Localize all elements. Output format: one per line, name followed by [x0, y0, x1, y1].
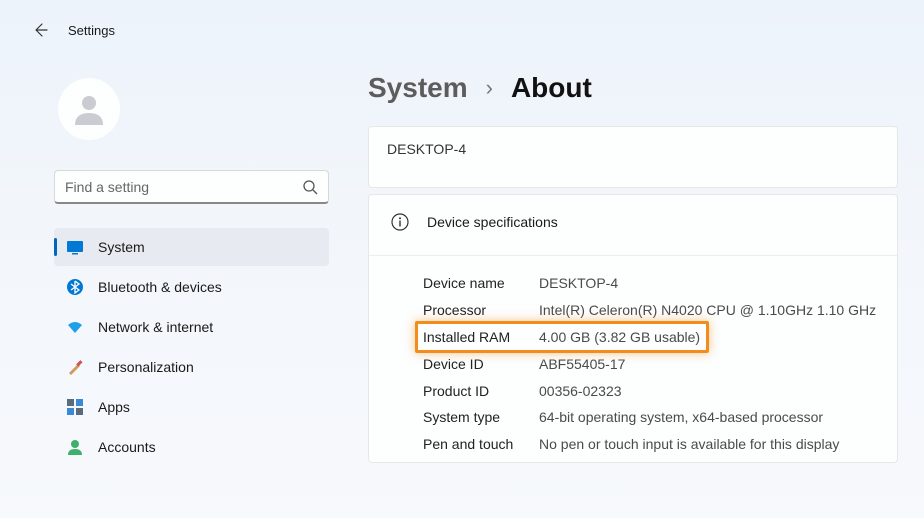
settings-window: Settings	[0, 0, 924, 518]
chevron-right-icon: ›	[486, 75, 493, 101]
sidebar-item-accounts[interactable]: Accounts	[54, 428, 329, 466]
breadcrumb: System › About	[368, 72, 898, 104]
back-button[interactable]	[30, 20, 50, 40]
device-name-card: DESKTOP-4	[368, 126, 898, 188]
breadcrumb-parent[interactable]: System	[368, 72, 468, 104]
person-icon	[66, 438, 84, 456]
spec-row-installed-ram: Installed RAM 4.00 GB (3.82 GB usable)	[423, 324, 897, 351]
app-title: Settings	[68, 23, 115, 38]
wifi-icon	[66, 318, 84, 336]
page-title: About	[511, 72, 592, 104]
sidebar-item-apps[interactable]: Apps	[54, 388, 329, 426]
spec-value: 4.00 GB (3.82 GB usable)	[539, 328, 700, 347]
spec-row-product-id: Product ID 00356-02323	[423, 378, 897, 405]
spec-value: 00356-02323	[539, 382, 622, 401]
display-icon	[66, 238, 84, 256]
spec-row-pen-touch: Pen and touch No pen or touch input is a…	[423, 431, 897, 458]
user-icon	[71, 91, 107, 127]
spec-label: Product ID	[423, 382, 539, 401]
sidebar: System Bluetooth & devices Network & int…	[18, 48, 340, 506]
spec-label: Processor	[423, 301, 539, 320]
spec-row-processor: Processor Intel(R) Celeron(R) N4020 CPU …	[423, 297, 897, 324]
sidebar-item-label: Apps	[98, 399, 130, 415]
apps-icon	[66, 398, 84, 416]
specs-title: Device specifications	[427, 214, 558, 230]
spec-value: No pen or touch input is available for t…	[539, 435, 839, 454]
info-icon	[391, 213, 409, 231]
sidebar-item-system[interactable]: System	[54, 228, 329, 266]
specs-header: Device specifications	[369, 195, 897, 256]
brush-icon	[66, 358, 84, 376]
sidebar-item-label: Network & internet	[98, 319, 213, 335]
spec-label: System type	[423, 408, 539, 427]
main-content: System › About DESKTOP-4 Device specific…	[340, 48, 906, 506]
search-icon	[302, 179, 318, 195]
sidebar-item-bluetooth[interactable]: Bluetooth & devices	[54, 268, 329, 306]
sidebar-item-label: Personalization	[98, 359, 194, 375]
nav-list: System Bluetooth & devices Network & int…	[54, 228, 326, 466]
spec-value: ABF55405-17	[539, 355, 625, 374]
window-header: Settings	[0, 12, 924, 48]
sidebar-item-label: Bluetooth & devices	[98, 279, 222, 295]
specs-body: Device name DESKTOP-4 Processor Intel(R)…	[369, 256, 897, 462]
search-input-container[interactable]	[54, 170, 329, 204]
spec-label: Device ID	[423, 355, 539, 374]
spec-row-system-type: System type 64-bit operating system, x64…	[423, 404, 897, 431]
sidebar-item-personalization[interactable]: Personalization	[54, 348, 329, 386]
spec-value: Intel(R) Celeron(R) N4020 CPU @ 1.10GHz …	[539, 301, 876, 320]
device-name-text: DESKTOP-4	[387, 141, 879, 157]
spec-label: Installed RAM	[423, 328, 539, 347]
sidebar-item-network[interactable]: Network & internet	[54, 308, 329, 346]
search-input[interactable]	[65, 179, 302, 195]
bluetooth-icon	[66, 278, 84, 296]
user-avatar[interactable]	[58, 78, 120, 140]
spec-row-device-id: Device ID ABF55405-17	[423, 351, 897, 378]
sidebar-item-label: Accounts	[98, 439, 156, 455]
sidebar-item-label: System	[98, 239, 145, 255]
spec-value: DESKTOP-4	[539, 274, 618, 293]
spec-row-device-name: Device name DESKTOP-4	[423, 270, 897, 297]
device-specifications-card[interactable]: Device specifications Device name DESKTO…	[368, 194, 898, 463]
arrow-left-icon	[32, 22, 48, 38]
spec-label: Device name	[423, 274, 539, 293]
spec-value: 64-bit operating system, x64-based proce…	[539, 408, 823, 427]
spec-label: Pen and touch	[423, 435, 539, 454]
